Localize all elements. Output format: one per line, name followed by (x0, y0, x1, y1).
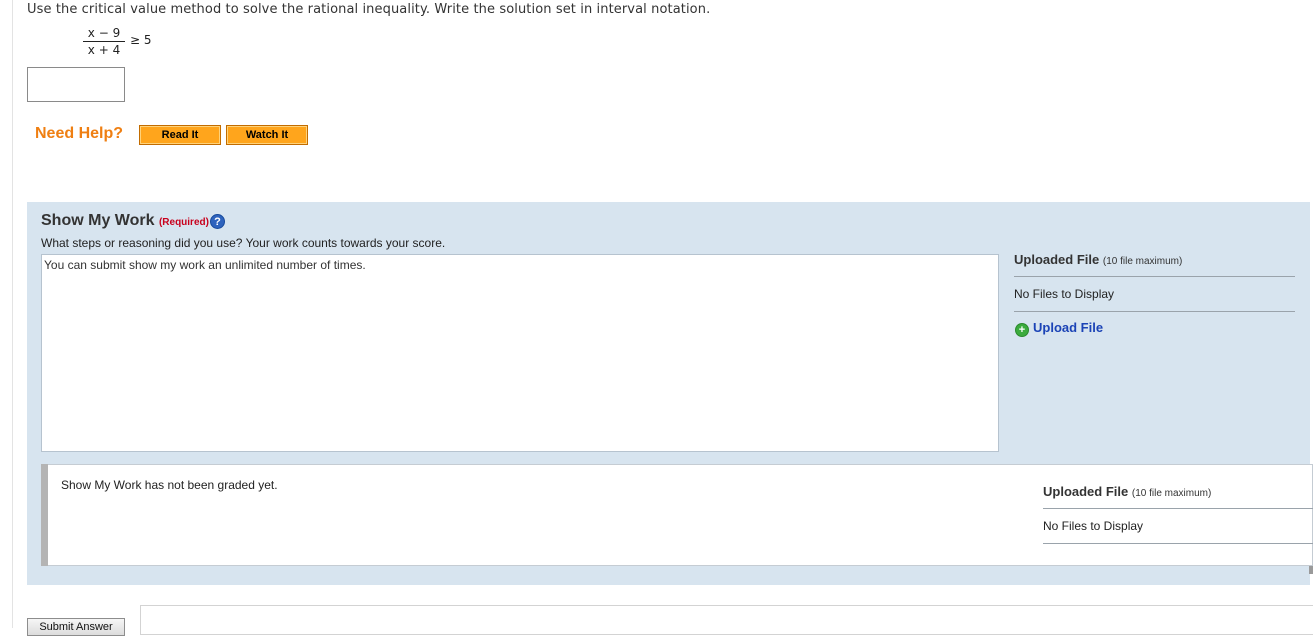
upload-file-label: Upload File (1033, 320, 1104, 335)
help-icon[interactable]: ? (210, 214, 225, 229)
resize-handle[interactable] (1309, 566, 1313, 574)
show-my-work-title: Show My Work (Required) (41, 212, 209, 230)
no-files-text: No Files to Display (1014, 287, 1115, 301)
graded-uploaded-heading: Uploaded File (10 file maximum) (1043, 484, 1211, 499)
uploaded-file-heading: Uploaded File (10 file maximum) (1014, 252, 1182, 267)
show-my-work-title-text: Show My Work (41, 212, 155, 229)
graded-uploaded-title: Uploaded File (1043, 484, 1129, 499)
uploaded-file-title: Uploaded File (1014, 252, 1100, 267)
graded-divider-bottom (1043, 543, 1313, 544)
uploaded-divider-top (1014, 276, 1295, 277)
watch-it-button[interactable]: Watch It (226, 125, 308, 145)
graded-no-files-text: No Files to Display (1043, 519, 1144, 533)
inequality-fraction: x − 9 x + 4 (83, 26, 125, 57)
graded-status-bar (41, 464, 48, 566)
upload-file-link[interactable]: + Upload File (1015, 320, 1103, 337)
read-it-button[interactable]: Read It (139, 125, 221, 145)
left-border (12, 0, 13, 628)
required-badge: (Required) (158, 217, 209, 228)
answer-input[interactable] (27, 67, 125, 102)
uploaded-file-max: (10 file maximum) (1102, 256, 1183, 267)
submit-answer-button[interactable]: Submit Answer (27, 618, 125, 636)
fraction-denominator: x + 4 (87, 43, 121, 57)
question-text: Use the critical value method to solve t… (27, 2, 711, 17)
inequality-relation: ≥ 5 (130, 33, 152, 47)
uploaded-divider-bottom (1014, 311, 1295, 312)
show-my-work-prompt: What steps or reasoning did you use? You… (41, 236, 446, 250)
need-help-label: Need Help? (35, 125, 124, 142)
bottom-panel (140, 605, 1313, 635)
fraction-numerator: x − 9 (83, 26, 125, 42)
plus-circle-icon: + (1015, 323, 1029, 337)
graded-status-text: Show My Work has not been graded yet. (61, 478, 278, 492)
graded-uploaded-max: (10 file maximum) (1131, 488, 1212, 499)
show-my-work-textarea[interactable]: You can submit show my work an unlimited… (41, 254, 999, 452)
graded-divider-top (1043, 508, 1313, 509)
